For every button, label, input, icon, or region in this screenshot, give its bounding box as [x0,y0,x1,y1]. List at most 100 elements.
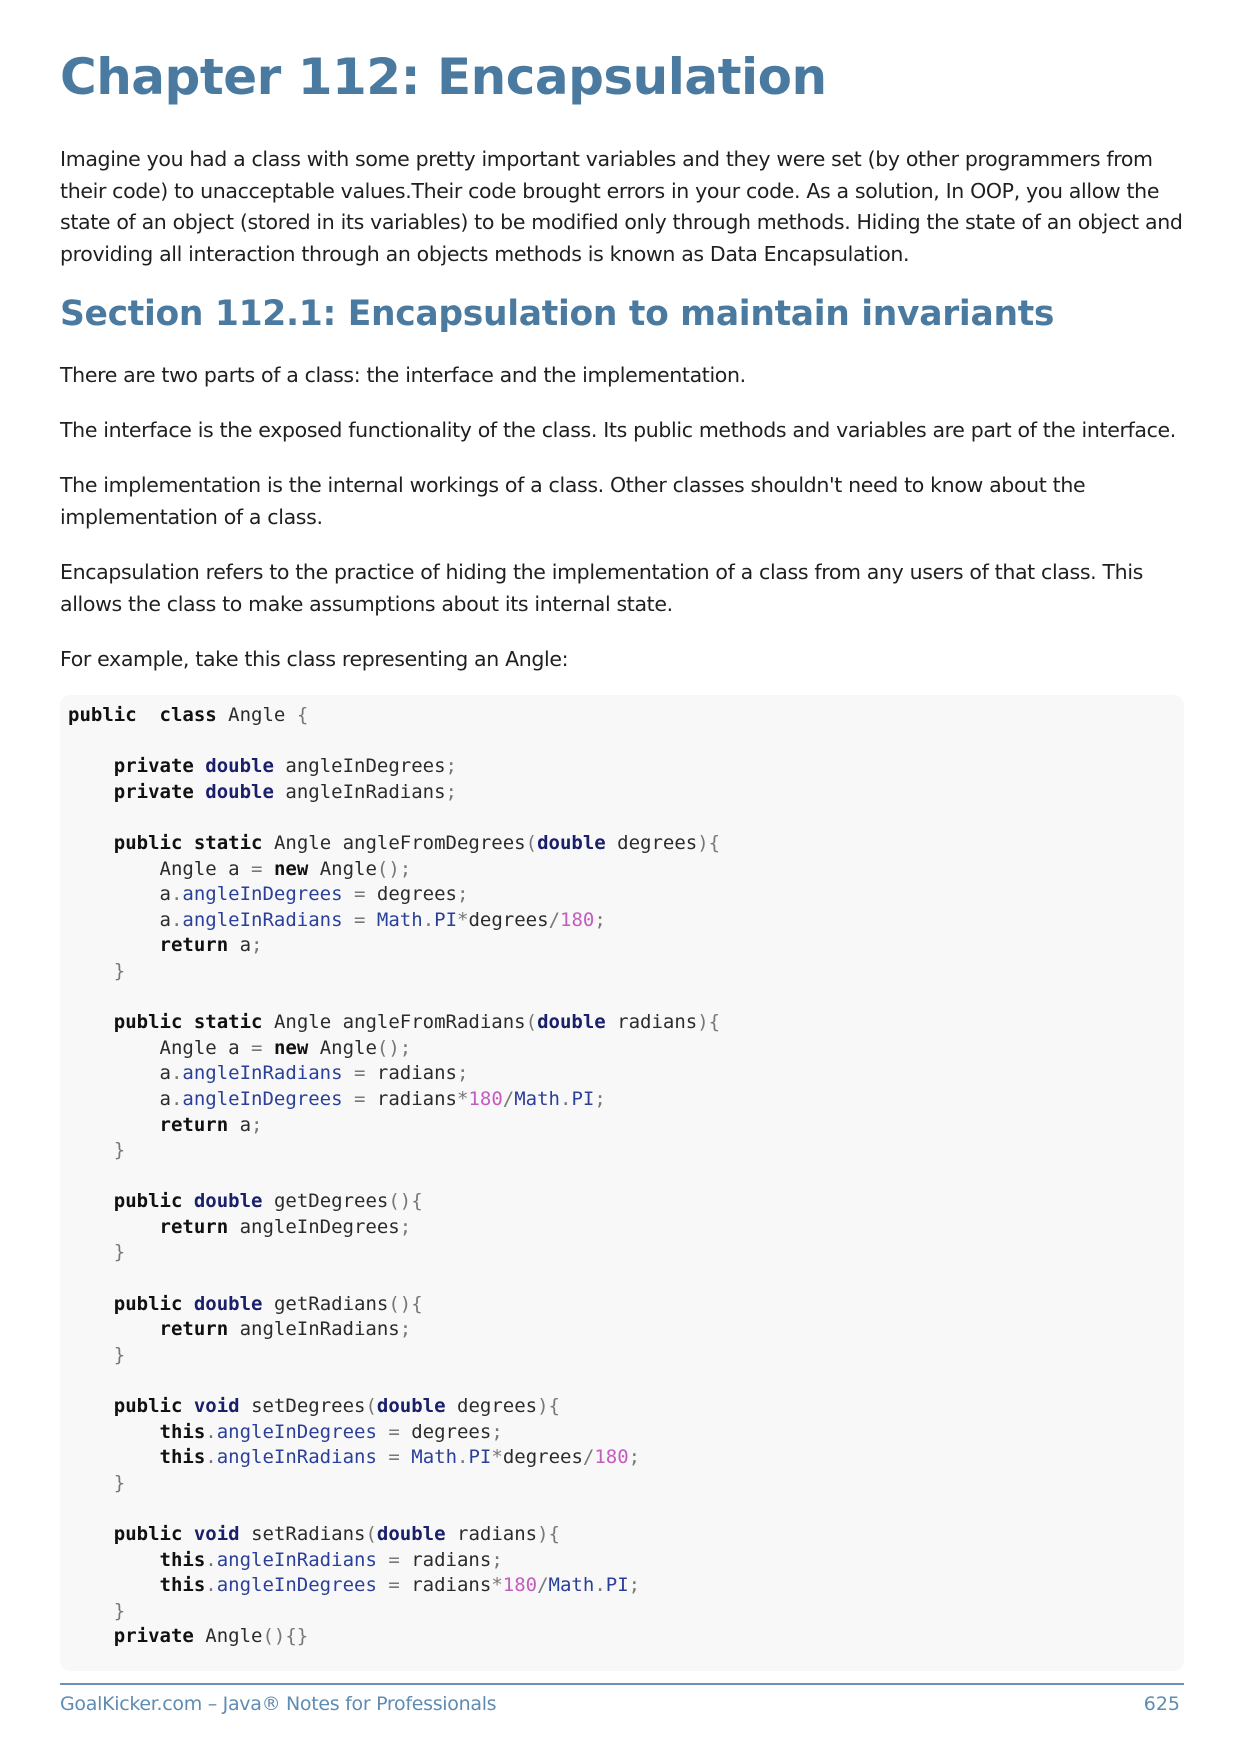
code-token: ; [491,1548,503,1571]
code-token: radians [399,1574,492,1597]
paragraph-implementation: The implementation is the internal worki… [60,473,1086,529]
code-token: degrees [468,908,549,931]
code-line: public double getRadians(){ [68,1293,423,1315]
code-token: a [68,908,171,931]
paragraph-example: For example, take this class representin… [60,647,569,671]
code-token: degrees [502,1446,583,1469]
code-token: = [354,1062,366,1085]
code-token: ; [399,1215,412,1238]
code-token: ( [365,1395,377,1418]
code-token: degrees [365,883,457,906]
code-token: ; [399,1318,412,1341]
code-line: } [68,1139,125,1161]
code-line: this.angleInRadians = radians; [68,1549,503,1571]
code-token: * [491,1446,503,1469]
code-token: Math [548,1574,595,1597]
code-token: public [113,831,183,854]
code-line: public void setRadians(double radians){ [68,1523,560,1545]
code-token: return [159,1318,229,1341]
code-listing: public class Angle { private double angl… [68,703,720,1650]
code-token: double [193,1292,263,1315]
code-token: ; [445,755,457,778]
code-token: ( [525,1011,538,1034]
code-token: setRadians [239,1523,366,1545]
code-token: PI [571,1087,595,1110]
code-token: / [537,1574,549,1597]
code-token: public [113,1395,183,1418]
code-token: . [422,908,435,931]
code-line: a.angleInRadians = Math.PI*degrees/180; [68,909,606,931]
code-token: Math [514,1087,560,1110]
code-token: new [273,857,309,880]
code-token: = [251,857,263,880]
code-line: a.angleInRadians = radians; [68,1062,469,1085]
code-token: radians [365,1087,457,1110]
code-token: this [159,1574,206,1597]
code-token: radians [605,1011,698,1034]
code-token: a [228,1113,252,1136]
code-line: public void setDegrees(double degrees){ [68,1395,560,1417]
code-token: Angle [308,857,377,880]
code-line: this.angleInDegrees = radians*180/Math.P… [68,1574,641,1597]
code-token: = [388,1446,400,1469]
code-token: = [354,1087,366,1110]
intro-paragraph: Imagine you had a class with some pretty… [60,147,1183,266]
code-token: ; [628,1574,641,1597]
code-token: a [68,883,171,906]
code-token: = [388,1420,400,1443]
code-token: ; [251,934,263,957]
code-token: ( [365,1523,377,1545]
code-line: } [68,1241,125,1263]
code-token: ; [491,1420,503,1443]
code-token: . [205,1548,217,1571]
code-token: Angle angleFromRadians [262,1011,526,1034]
code-line: return angleInDegrees; [68,1215,412,1238]
code-token: = [251,1036,263,1059]
code-token: * [491,1574,503,1597]
code-token: radians [365,1062,457,1085]
code-token: . [457,1446,469,1469]
code-token: radians [445,1523,538,1545]
code-token: ; [594,1087,606,1110]
code-token: angleInDegrees [216,1420,377,1443]
code-line: public static Angle angleFromRadians(dou… [68,1011,720,1033]
code-line: a.angleInDegrees = radians*180/Math.PI; [68,1088,606,1110]
code-token: angleInDegrees [228,1215,400,1238]
code-token: this [159,1420,206,1443]
code-token: ; [456,1062,469,1085]
code-token: getRadians [262,1292,389,1315]
code-token: } [113,1343,126,1366]
code-token: private [113,780,194,803]
code-token: ){ [697,1011,721,1034]
code-token: class [159,704,217,726]
code-token: Angle angleFromDegrees [262,831,526,854]
code-token: Angle [193,1625,263,1648]
chapter-title: Chapter 112: Encapsulation [60,48,827,106]
code-token: double [537,1011,606,1034]
code-token: . [205,1574,217,1597]
code-token: } [113,1599,126,1622]
footer-source: GoalKicker.com – Java® Notes for Profess… [60,1693,497,1715]
code-token: this [159,1446,206,1469]
code-token: * [457,908,469,931]
code-token: double [205,755,274,778]
code-token: public [68,704,137,726]
code-token: degrees [399,1420,492,1443]
code-line: private double angleInDegrees; [68,755,457,777]
code-token: return [159,1215,229,1238]
footer-divider [60,1683,1184,1685]
